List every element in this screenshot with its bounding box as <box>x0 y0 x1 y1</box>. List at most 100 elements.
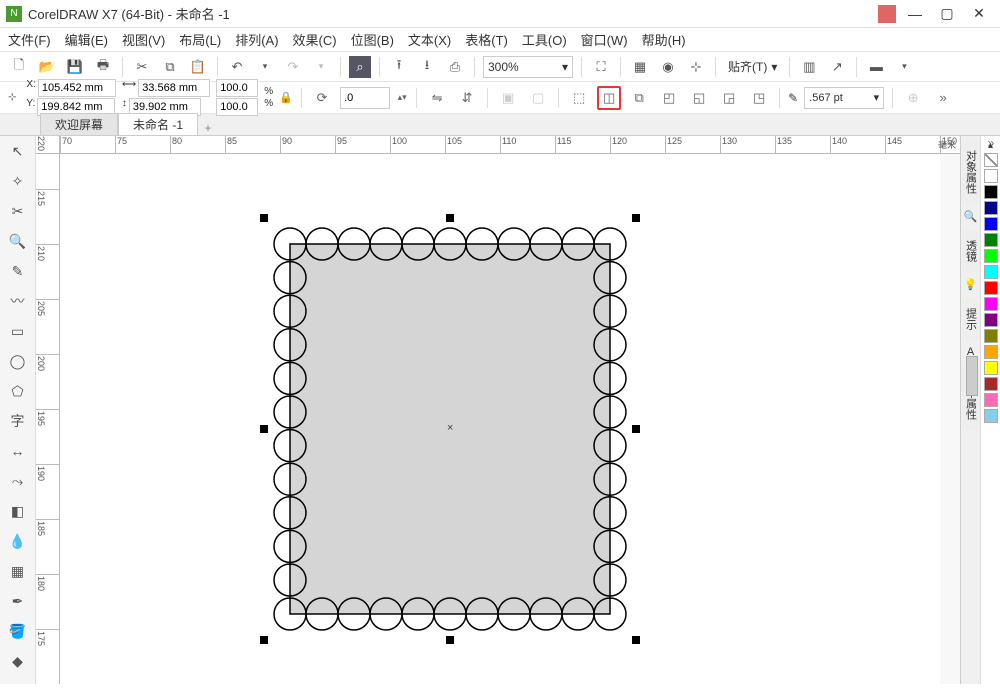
scale-y-input[interactable] <box>216 98 258 116</box>
maximize-button[interactable]: ▢ <box>938 5 956 23</box>
color-swatch[interactable] <box>984 201 998 215</box>
no-color-swatch[interactable] <box>984 153 998 167</box>
dock-tab[interactable]: 透镜 <box>962 230 980 272</box>
color-swatch[interactable] <box>984 233 998 247</box>
import-button[interactable]: ⭱ <box>388 56 410 78</box>
hint-icon[interactable]: 💡 <box>964 278 978 292</box>
color-swatch[interactable] <box>984 393 998 407</box>
snap-guide-icon[interactable]: ◉ <box>657 56 679 78</box>
menu-item[interactable]: 窗口(W) <box>581 30 628 49</box>
simplify-icon[interactable]: ◰ <box>657 86 681 110</box>
canvas-area[interactable]: 7075808590951001051101151201251301351401… <box>36 136 960 684</box>
color-swatch[interactable] <box>984 185 998 199</box>
color-swatch[interactable] <box>984 409 998 423</box>
add-tab-button[interactable]: + <box>198 121 218 135</box>
lens-icon[interactable]: 🔍 <box>964 210 978 224</box>
save-button[interactable]: 💾 <box>64 56 86 78</box>
color-swatch[interactable] <box>984 345 998 359</box>
menu-item[interactable]: 位图(B) <box>351 30 394 49</box>
selection-handle-ne[interactable] <box>632 214 640 222</box>
fill-tool[interactable]: 🪣 <box>7 620 29 642</box>
color-swatch[interactable] <box>984 377 998 391</box>
shape-tool[interactable]: ✧ <box>7 170 29 192</box>
intersect-icon[interactable]: ⧉ <box>627 86 651 110</box>
search-button[interactable]: ⌕ <box>349 56 371 78</box>
effects-tool[interactable]: ◧ <box>7 500 29 522</box>
selection-handle-nw[interactable] <box>260 214 268 222</box>
paste-button[interactable]: 📋 <box>187 56 209 78</box>
to-back-icon[interactable]: ▢ <box>526 86 550 110</box>
cut-button[interactable]: ✂ <box>131 56 153 78</box>
back-minus-front-icon[interactable]: ◲ <box>717 86 741 110</box>
menu-item[interactable]: 工具(O) <box>522 30 567 49</box>
ellipse-tool[interactable]: ◯ <box>7 350 29 372</box>
scrollbar-thumb[interactable] <box>966 356 978 396</box>
selection-handle-sw[interactable] <box>260 636 268 644</box>
dimension-tool[interactable]: ↔ <box>7 440 29 462</box>
copy-button[interactable]: ⧉ <box>159 56 181 78</box>
menu-item[interactable]: 表格(T) <box>465 30 508 49</box>
mirror-v-icon[interactable]: ⇵ <box>455 86 479 110</box>
ruler-horizontal[interactable]: 7075808590951001051101151201251301351401… <box>60 136 960 154</box>
selection-handle-e[interactable] <box>632 425 640 433</box>
rectangle-tool[interactable]: ▭ <box>7 320 29 342</box>
dock-collapse-icon[interactable]: » <box>982 136 1000 154</box>
redo-dropdown-icon[interactable]: ▾ <box>310 56 332 78</box>
artistic-tool[interactable]: 〰 <box>7 290 29 312</box>
menu-item[interactable]: 布局(L) <box>179 30 221 49</box>
interactive-fill-tool[interactable]: ◆ <box>7 650 29 672</box>
color-swatch[interactable] <box>984 249 998 263</box>
add-button[interactable]: ⊕ <box>901 86 925 110</box>
mirror-h-icon[interactable]: ⇋ <box>425 86 449 110</box>
chevron-down-icon[interactable]: ▾ <box>893 56 915 78</box>
menu-item[interactable]: 视图(V) <box>122 30 165 49</box>
undo-dropdown-icon[interactable]: ▾ <box>254 56 276 78</box>
scale-x-input[interactable] <box>216 79 258 97</box>
x-input[interactable] <box>38 79 116 97</box>
rotation-stepper[interactable]: ▴▾ <box>396 86 408 110</box>
launch-button[interactable]: ↗ <box>826 56 848 78</box>
print-button[interactable]: 🖶 <box>92 56 114 78</box>
redo-button[interactable]: ↷ <box>282 56 304 78</box>
undo-button[interactable]: ↶ <box>226 56 248 78</box>
pick-tool[interactable]: ↖ <box>7 140 29 162</box>
color-swatch[interactable] <box>984 361 998 375</box>
overflow-icon[interactable]: » <box>931 86 955 110</box>
page[interactable]: × <box>60 154 940 684</box>
user-avatar[interactable] <box>878 5 896 23</box>
polygon-tool[interactable]: ⬠ <box>7 380 29 402</box>
minimize-button[interactable]: — <box>906 5 924 23</box>
eyedropper-tool[interactable]: 💧 <box>7 530 29 552</box>
to-front-icon[interactable]: ▣ <box>496 86 520 110</box>
outline-width-select[interactable]: .567 pt ▾ <box>804 87 884 109</box>
snap-grid-icon[interactable]: ▦ <box>629 56 651 78</box>
app-launcher-icon[interactable]: ▬ <box>865 56 887 78</box>
close-button[interactable]: ✕ <box>970 5 988 23</box>
transparency-tool[interactable]: ▦ <box>7 560 29 582</box>
weld-icon[interactable]: ⬚ <box>567 86 591 110</box>
drawing-selection[interactable]: × <box>260 214 640 647</box>
freehand-tool[interactable]: ✎ <box>7 260 29 282</box>
dock-tab[interactable]: 提示 <box>962 298 980 340</box>
menu-item[interactable]: 文本(X) <box>408 30 451 49</box>
selection-handle-w[interactable] <box>260 425 268 433</box>
width-input[interactable] <box>138 79 210 97</box>
fullscreen-button[interactable]: ⛶ <box>590 56 612 78</box>
boundary-icon[interactable]: ◳ <box>747 86 771 110</box>
export-button[interactable]: ⭳ <box>416 56 438 78</box>
lock-ratio-icon[interactable]: 🔒 <box>279 91 293 104</box>
color-swatch[interactable] <box>984 169 998 183</box>
zoom-tool[interactable]: 🔍 <box>7 230 29 252</box>
color-swatch[interactable] <box>984 217 998 231</box>
connector-tool[interactable]: ⤳ <box>7 470 29 492</box>
dock-tab[interactable]: 对象属性 <box>962 140 980 204</box>
front-minus-back-icon[interactable]: ◱ <box>687 86 711 110</box>
menu-item[interactable]: 排列(A) <box>235 30 278 49</box>
snap-object-icon[interactable]: ⊹ <box>685 56 707 78</box>
publish-button[interactable]: ⎙ <box>444 56 466 78</box>
rotation-input[interactable] <box>340 87 390 109</box>
color-swatch[interactable] <box>984 297 998 311</box>
color-swatch[interactable] <box>984 265 998 279</box>
zoom-select[interactable]: 300% ▾ <box>483 56 573 78</box>
menu-item[interactable]: 文件(F) <box>8 30 51 49</box>
